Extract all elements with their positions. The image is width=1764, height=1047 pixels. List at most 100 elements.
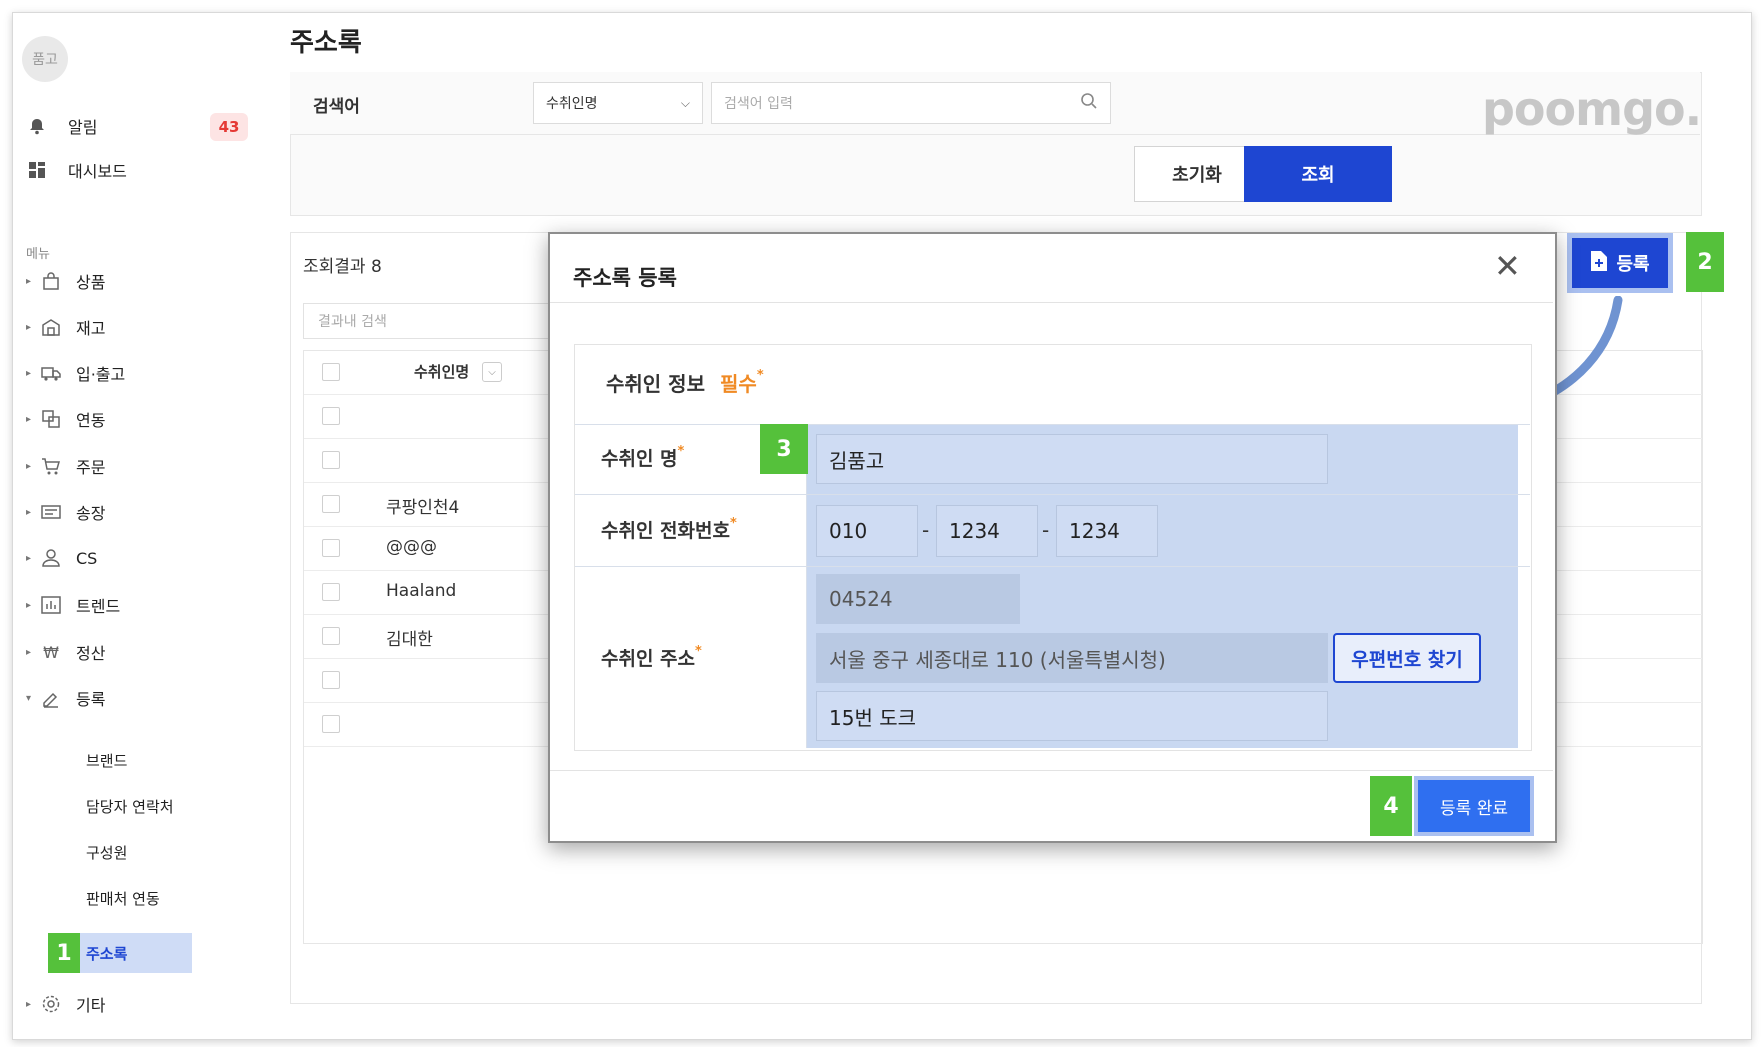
- cart-icon: [40, 455, 62, 477]
- sidebar-item-products[interactable]: ▸ 상품: [26, 269, 105, 293]
- divider: [575, 494, 1530, 495]
- sidebar-subitem-brand[interactable]: 브랜드: [86, 750, 127, 771]
- phone-separator: -: [922, 518, 930, 542]
- sidebar-item-trend[interactable]: ▸ 트렌드: [26, 593, 120, 617]
- sidebar-item-orders[interactable]: ▸ 주문: [26, 454, 105, 478]
- chevron-right-icon: ▸: [26, 552, 32, 564]
- notification-count-badge: 43: [210, 113, 248, 141]
- row-checkbox[interactable]: [322, 627, 340, 645]
- chevron-right-icon: ▸: [26, 506, 32, 518]
- sidebar-item-label: 기타: [76, 996, 106, 1015]
- result-filter-input[interactable]: 결과내 검색: [303, 303, 555, 339]
- sidebar-item-register[interactable]: ▾ 등록: [26, 686, 105, 710]
- sidebar-item-label: 정산: [76, 644, 106, 663]
- sidebar-item-label: 재고: [76, 319, 106, 338]
- gear-icon: [40, 993, 62, 1015]
- sidebar-subitem-members[interactable]: 구성원: [86, 842, 127, 863]
- search-button[interactable]: 조회: [1244, 146, 1392, 202]
- bell-icon: [26, 115, 48, 137]
- table-cell: 쿠팡인천4: [386, 498, 460, 518]
- reset-button[interactable]: 초기화: [1134, 146, 1260, 202]
- sidebar-item-label: 상품: [76, 273, 106, 292]
- sidebar-subitem-contact[interactable]: 담당자 연락처: [86, 796, 174, 817]
- row-checkbox[interactable]: [322, 451, 340, 469]
- phone-separator: -: [1042, 518, 1050, 542]
- recipient-name-field[interactable]: 김품고: [816, 434, 1328, 484]
- menu-header: 메뉴: [26, 247, 50, 262]
- dashboard-icon: [26, 159, 48, 181]
- won-icon: ₩: [43, 642, 59, 662]
- step-marker: 4: [1370, 776, 1412, 836]
- chevron-right-icon: ▸: [26, 460, 32, 472]
- register-button[interactable]: 등록: [1572, 238, 1668, 288]
- sidebar-item-inventory[interactable]: ▸ 재고: [26, 315, 105, 339]
- search-icon[interactable]: [1080, 92, 1098, 114]
- chevron-right-icon: ▸: [26, 646, 32, 658]
- row-checkbox[interactable]: [322, 671, 340, 689]
- row-checkbox[interactable]: [322, 495, 340, 513]
- sidebar-item-inout[interactable]: ▸ 입·출고: [26, 361, 125, 385]
- sidebar-item-label: 알림: [68, 118, 98, 137]
- step-marker: 1: [48, 933, 80, 973]
- person-icon: [40, 547, 62, 569]
- select-all-checkbox[interactable]: [322, 363, 340, 381]
- chevron-down-icon: ⌵: [680, 95, 690, 110]
- address-field: 서울 중구 세종대로 110 (서울특별시청): [816, 633, 1328, 683]
- search-input[interactable]: 검색어 입력: [711, 82, 1111, 124]
- step-marker: 3: [760, 424, 808, 474]
- close-icon[interactable]: ✕: [1494, 250, 1521, 282]
- sidebar-item-label: 트렌드: [76, 597, 121, 616]
- avatar[interactable]: 품고: [22, 36, 68, 82]
- row-checkbox[interactable]: [322, 539, 340, 557]
- bag-icon: [40, 270, 62, 292]
- truck-icon: [40, 362, 62, 384]
- divider: [550, 770, 1553, 771]
- sidebar-item-invoice[interactable]: ▸ 송장: [26, 500, 105, 524]
- chevron-right-icon: ▸: [26, 321, 32, 333]
- sidebar-item-dashboard[interactable]: 대시보드: [26, 158, 127, 182]
- sidebar-subitem-seller-integration[interactable]: 판매처 연동: [86, 888, 160, 909]
- sidebar-item-label: 주문: [76, 458, 106, 477]
- phone-field-1[interactable]: 010: [816, 505, 918, 557]
- sidebar-item-integration[interactable]: ▸ 연동: [26, 407, 105, 431]
- pen-icon: [40, 687, 62, 709]
- row-checkbox[interactable]: [322, 583, 340, 601]
- sidebar-item-other[interactable]: ▸ 기타: [26, 992, 105, 1016]
- sidebar-item-label: CS: [76, 548, 98, 568]
- sidebar-item-label: 송장: [76, 504, 106, 523]
- zipcode-field: 04524: [816, 574, 1020, 624]
- address-detail-field[interactable]: 15번 도크: [816, 691, 1328, 741]
- chevron-down-icon[interactable]: ⌵: [482, 362, 502, 382]
- link-icon: [40, 408, 62, 430]
- search-field-select[interactable]: 수취인명 ⌵: [533, 82, 703, 124]
- row-checkbox[interactable]: [322, 715, 340, 733]
- poomgo-logo: poomgo.: [1482, 82, 1702, 136]
- result-filter-placeholder: 결과내 검색: [318, 314, 387, 330]
- warehouse-icon: [40, 316, 62, 338]
- sidebar-item-settlement[interactable]: ▸ ₩ 정산: [26, 640, 105, 664]
- page-title: 주소록: [290, 28, 362, 58]
- table-cell: Haaland: [386, 581, 457, 601]
- row-checkbox[interactable]: [322, 407, 340, 425]
- phone-label: 수취인 전화번호*: [601, 516, 737, 542]
- sidebar-item-label: 대시보드: [68, 162, 127, 181]
- address-label: 수취인 주소*: [601, 644, 702, 670]
- sidebar-item-notifications[interactable]: 알림: [26, 114, 97, 138]
- chevron-down-icon: ▾: [26, 692, 32, 704]
- chevron-right-icon: ▸: [26, 367, 32, 379]
- table-cell: @@@: [386, 537, 437, 557]
- divider: [575, 566, 1530, 567]
- sidebar-item-label: 주소록: [86, 945, 128, 963]
- result-count: 조회결과 8: [303, 257, 382, 277]
- phone-field-2[interactable]: 1234: [936, 505, 1038, 557]
- modal-title: 주소록 등록: [573, 266, 677, 290]
- search-label: 검색어: [313, 97, 360, 117]
- zipcode-search-button[interactable]: 우편번호 찾기: [1333, 633, 1481, 683]
- table-cell: 김대한: [386, 630, 433, 650]
- select-value: 수취인명: [546, 96, 598, 112]
- step-marker: 2: [1686, 232, 1724, 292]
- sidebar-item-cs[interactable]: ▸ CS: [26, 547, 97, 569]
- phone-field-3[interactable]: 1234: [1056, 505, 1158, 557]
- register-complete-button[interactable]: 등록 완료: [1418, 780, 1530, 832]
- add-file-icon: [1590, 250, 1608, 277]
